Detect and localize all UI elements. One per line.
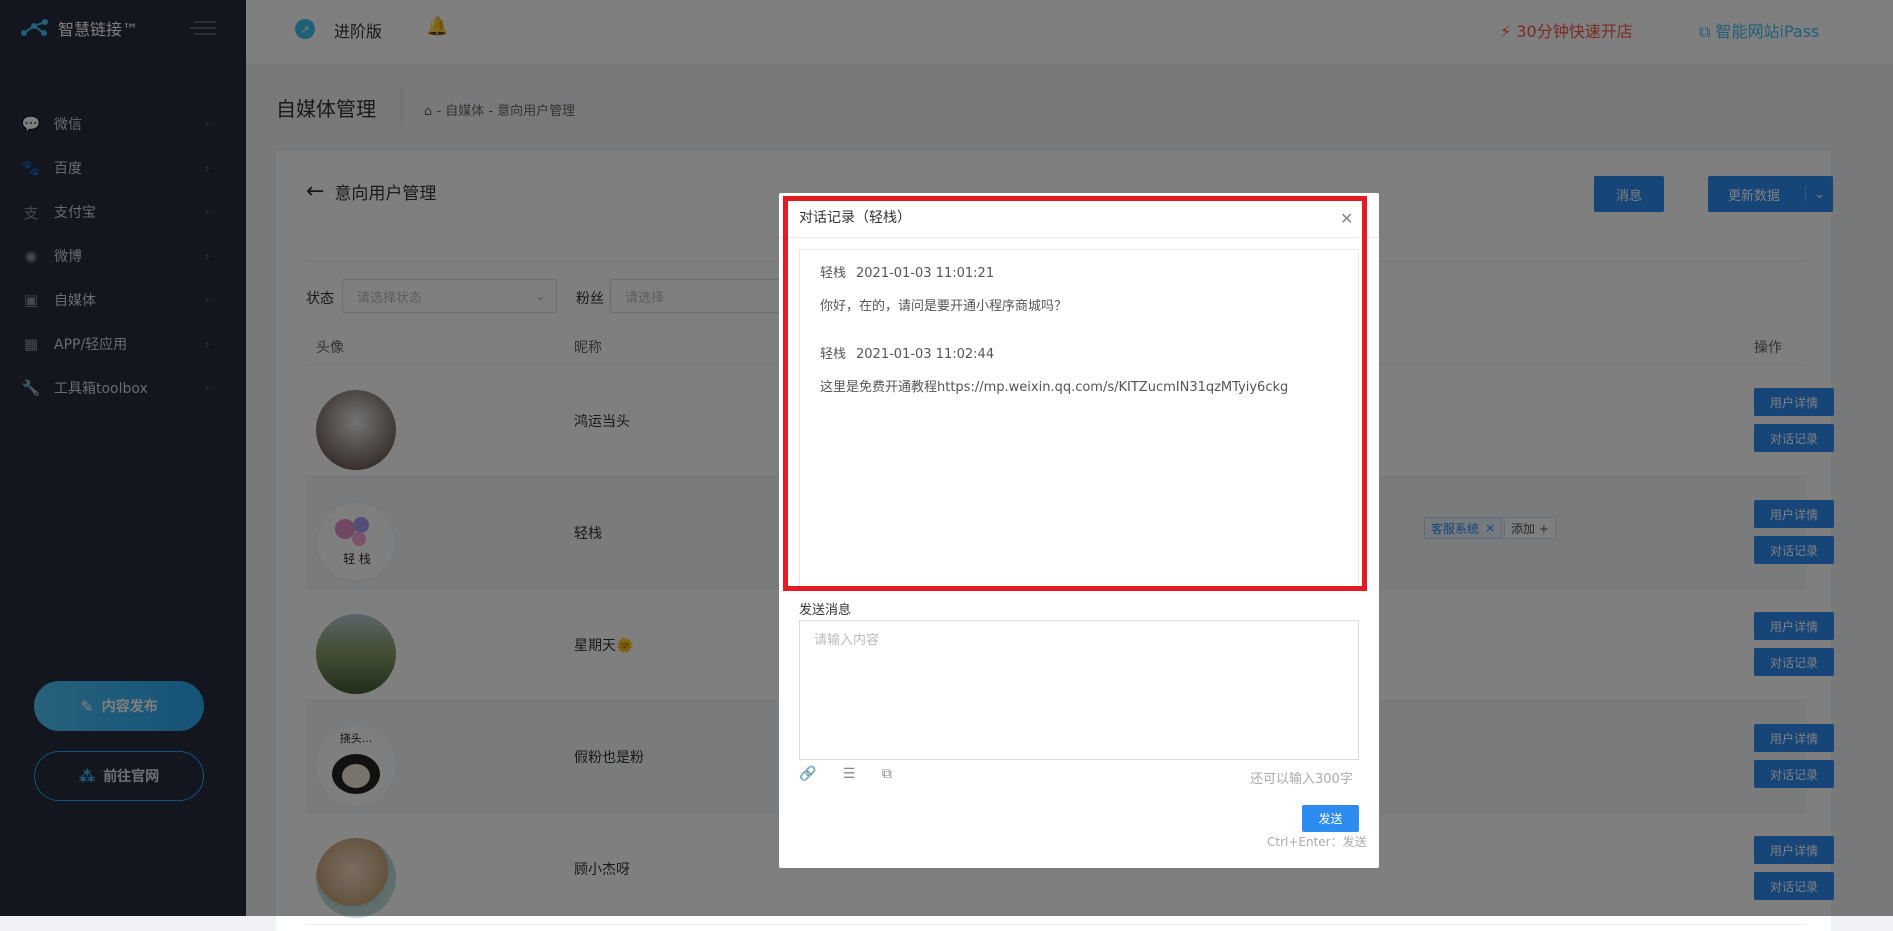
quick-reply-icon[interactable]: ⧉ [882, 766, 892, 782]
shortcut-hint: Ctrl+Enter：发送 [1267, 835, 1367, 849]
send-button[interactable]: 发送 [1302, 805, 1359, 832]
char-counter: 还可以输入300字 [1250, 772, 1353, 787]
message-input-placeholder: 请输入内容 [814, 633, 880, 648]
composer-toolbar: 🔗 ☰ ⧉ [799, 766, 914, 782]
send-message-label: 发送消息 [799, 603, 852, 618]
template-icon[interactable]: ☰ [843, 766, 856, 782]
highlight-box [783, 196, 1367, 591]
link-icon[interactable]: 🔗 [799, 766, 816, 782]
message-input[interactable]: 请输入内容 [799, 620, 1359, 760]
